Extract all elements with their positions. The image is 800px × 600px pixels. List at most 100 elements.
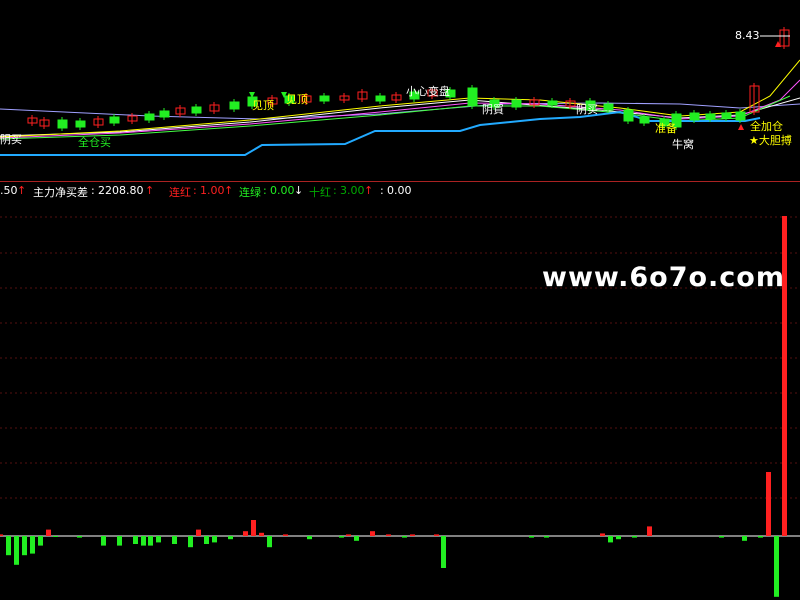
signal-label: 阴买	[0, 133, 22, 146]
signal-label: 牛窝	[672, 137, 694, 151]
lianlv-value: 0.00	[270, 184, 295, 197]
volume-bar	[204, 536, 209, 544]
volume-bar	[53, 536, 58, 537]
candle-body	[735, 111, 746, 121]
lianhong-colon: :	[193, 184, 197, 197]
last-colon: :	[380, 184, 384, 197]
indicator-panel	[0, 216, 800, 597]
volume-bar	[719, 536, 724, 538]
lianhong-value: 1.00	[200, 184, 225, 197]
signal-label: 小心变盘	[406, 84, 450, 98]
price-label: 8.43	[735, 29, 760, 42]
signal-label: 全加仓	[750, 119, 783, 133]
volume-bar	[196, 529, 201, 536]
volume-bar	[616, 536, 621, 540]
net-label: 主力净买差	[33, 186, 88, 199]
volume-bar	[6, 536, 11, 556]
volume-bar	[346, 534, 351, 536]
volume-bar	[259, 532, 264, 536]
volume-bar	[758, 536, 763, 538]
candle-body	[603, 103, 614, 111]
volume-bar	[77, 536, 82, 538]
volume-bar	[441, 536, 446, 568]
signal-label: 准备	[655, 121, 677, 135]
volume-bar	[101, 536, 106, 546]
candle-body	[705, 113, 716, 120]
signal-label: 见顶	[286, 93, 308, 106]
candle-body	[75, 120, 86, 128]
volume-bar	[141, 536, 146, 546]
volume-bar	[647, 526, 652, 536]
ma-line	[0, 79, 800, 139]
volume-bar	[148, 536, 153, 546]
volume-bar	[188, 536, 193, 548]
volume-bar	[133, 536, 138, 544]
volume-bar	[434, 534, 439, 536]
volume-bar	[38, 536, 43, 546]
candle-body	[639, 116, 650, 124]
volume-bar	[251, 520, 256, 536]
stock-chart: 阴买 全仓买 见顶 见顶 小心变盘 阴買 阴买 准备 牛窝 全加仓 ★大胆搏 8.43 .50 ↑ 主…	[0, 0, 800, 600]
volume-bar	[402, 536, 407, 538]
volume-bar	[386, 534, 391, 536]
up-arrow-icon: ↑	[145, 184, 155, 197]
candle-body	[109, 116, 120, 124]
candle-body	[467, 87, 478, 107]
volume-bar	[156, 536, 161, 543]
up-arrow-icon: ↑	[364, 184, 374, 197]
volume-bar	[117, 536, 122, 546]
candle-body	[689, 112, 700, 121]
candle-body	[229, 101, 240, 110]
candle-body	[57, 119, 68, 129]
volume-bar	[339, 536, 344, 538]
candle-body	[319, 95, 330, 102]
volume-bar	[632, 536, 637, 538]
candle-body	[511, 99, 522, 108]
volume-bar	[544, 536, 549, 538]
volume-bar	[307, 536, 312, 540]
volume-bar	[608, 536, 613, 543]
volume-bar	[742, 536, 747, 541]
volume-bar	[283, 534, 288, 536]
volume-bar	[600, 533, 605, 536]
volume-bar	[14, 536, 19, 565]
shihong-label: 十红	[309, 186, 331, 199]
last-value: 0.00	[387, 184, 412, 197]
candle-body	[375, 95, 386, 102]
shihong-colon: :	[333, 184, 337, 197]
volume-bar	[529, 536, 534, 538]
volume-bar	[243, 531, 248, 536]
up-arrow-icon: ↑	[224, 184, 234, 197]
volume-bar	[172, 536, 177, 544]
signal-label: 阴買	[482, 103, 504, 116]
down-arrow-icon: ↓	[294, 184, 304, 197]
volume-bar	[46, 529, 51, 536]
candle-body	[191, 106, 202, 114]
candle-body	[159, 110, 170, 118]
up-arrow-icon	[738, 124, 744, 130]
price-panel: 阴买 全仓买见顶 见顶小心变盘阴買 阴买准备牛窝全加仓★大胆搏8.43	[0, 27, 800, 182]
volume-bar	[267, 536, 272, 548]
volume-bar	[354, 536, 359, 541]
indicator-partial-value: .50	[0, 184, 18, 197]
candle-body	[144, 113, 155, 121]
lianlv-colon: :	[263, 184, 267, 197]
watermark-text: www.6o7o.com	[542, 262, 785, 293]
candle-body	[721, 112, 732, 119]
candle-body	[623, 109, 634, 122]
net-colon: :	[91, 184, 95, 197]
shihong-value: 3.00	[340, 184, 365, 197]
volume-bar	[370, 531, 375, 536]
signal-label: ★大胆搏	[749, 133, 792, 147]
candle-body	[547, 100, 558, 106]
lianhong-label: 连红	[169, 186, 191, 199]
lianlv-label: 连绿	[239, 186, 261, 199]
indicator-bar: .50 ↑ 主力净买差 : 2208.80 ↑ 连红 : 1.00 ↑ 连绿 :…	[0, 182, 800, 200]
volume-bar	[0, 534, 3, 536]
volume-bar	[212, 536, 217, 543]
volume-bar	[774, 536, 779, 597]
volume-bar	[228, 536, 233, 540]
signal-label: 全仓买	[78, 135, 111, 149]
up-arrow-icon: ↑	[17, 184, 27, 197]
volume-bar	[410, 534, 415, 536]
